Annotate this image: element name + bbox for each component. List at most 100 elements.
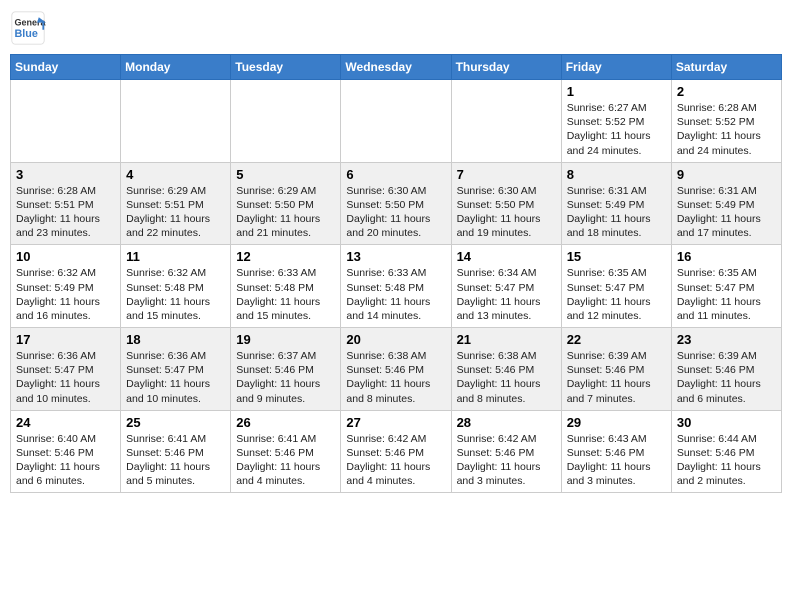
- calendar-day-cell: [121, 80, 231, 163]
- day-info: Sunrise: 6:43 AMSunset: 5:46 PMDaylight:…: [567, 432, 666, 489]
- day-info: Sunrise: 6:39 AMSunset: 5:46 PMDaylight:…: [567, 349, 666, 406]
- day-number: 7: [457, 167, 556, 182]
- day-info: Sunrise: 6:33 AMSunset: 5:48 PMDaylight:…: [346, 266, 445, 323]
- day-number: 4: [126, 167, 225, 182]
- calendar-day-cell: 4 Sunrise: 6:29 AMSunset: 5:51 PMDaylight…: [121, 162, 231, 245]
- calendar-day-cell: 10 Sunrise: 6:32 AMSunset: 5:49 PMDayligh…: [11, 245, 121, 328]
- day-info: Sunrise: 6:35 AMSunset: 5:47 PMDaylight:…: [677, 266, 776, 323]
- day-number: 25: [126, 415, 225, 430]
- day-info: Sunrise: 6:41 AMSunset: 5:46 PMDaylight:…: [126, 432, 225, 489]
- day-number: 15: [567, 249, 666, 264]
- day-info: Sunrise: 6:29 AMSunset: 5:51 PMDaylight:…: [126, 184, 225, 241]
- calendar-day-cell: [451, 80, 561, 163]
- day-info: Sunrise: 6:44 AMSunset: 5:46 PMDaylight:…: [677, 432, 776, 489]
- day-number: 10: [16, 249, 115, 264]
- day-number: 8: [567, 167, 666, 182]
- day-info: Sunrise: 6:27 AMSunset: 5:52 PMDaylight:…: [567, 101, 666, 158]
- day-info: Sunrise: 6:42 AMSunset: 5:46 PMDaylight:…: [457, 432, 556, 489]
- svg-text:Blue: Blue: [15, 28, 38, 40]
- day-info: Sunrise: 6:30 AMSunset: 5:50 PMDaylight:…: [346, 184, 445, 241]
- day-number: 26: [236, 415, 335, 430]
- calendar-day-cell: 7 Sunrise: 6:30 AMSunset: 5:50 PMDaylight…: [451, 162, 561, 245]
- day-info: Sunrise: 6:41 AMSunset: 5:46 PMDaylight:…: [236, 432, 335, 489]
- calendar-day-cell: 5 Sunrise: 6:29 AMSunset: 5:50 PMDaylight…: [231, 162, 341, 245]
- day-info: Sunrise: 6:28 AMSunset: 5:51 PMDaylight:…: [16, 184, 115, 241]
- calendar-day-cell: 23 Sunrise: 6:39 AMSunset: 5:46 PMDayligh…: [671, 328, 781, 411]
- calendar-week-5: 24 Sunrise: 6:40 AMSunset: 5:46 PMDayligh…: [11, 410, 782, 493]
- calendar-week-1: 1 Sunrise: 6:27 AMSunset: 5:52 PMDaylight…: [11, 80, 782, 163]
- day-info: Sunrise: 6:32 AMSunset: 5:49 PMDaylight:…: [16, 266, 115, 323]
- page-header: General Blue: [10, 10, 782, 46]
- day-number: 3: [16, 167, 115, 182]
- calendar-week-3: 10 Sunrise: 6:32 AMSunset: 5:49 PMDayligh…: [11, 245, 782, 328]
- calendar-day-cell: 22Sunrise: 6:39 AMSunset: 5:46 PMDayligh…: [561, 328, 671, 411]
- day-info: Sunrise: 6:30 AMSunset: 5:50 PMDaylight:…: [457, 184, 556, 241]
- day-info: Sunrise: 6:36 AMSunset: 5:47 PMDaylight:…: [16, 349, 115, 406]
- calendar-header-saturday: Saturday: [671, 55, 781, 80]
- calendar-day-cell: [341, 80, 451, 163]
- day-info: Sunrise: 6:40 AMSunset: 5:46 PMDaylight:…: [16, 432, 115, 489]
- calendar-day-cell: 29 Sunrise: 6:43 AMSunset: 5:46 PMDayligh…: [561, 410, 671, 493]
- day-info: Sunrise: 6:37 AMSunset: 5:46 PMDaylight:…: [236, 349, 335, 406]
- day-info: Sunrise: 6:35 AMSunset: 5:47 PMDaylight:…: [567, 266, 666, 323]
- day-number: 24: [16, 415, 115, 430]
- day-info: Sunrise: 6:34 AMSunset: 5:47 PMDaylight:…: [457, 266, 556, 323]
- day-number: 19: [236, 332, 335, 347]
- day-number: 23: [677, 332, 776, 347]
- calendar-week-4: 17 Sunrise: 6:36 AMSunset: 5:47 PMDayligh…: [11, 328, 782, 411]
- calendar-day-cell: 16Sunrise: 6:35 AMSunset: 5:47 PMDayligh…: [671, 245, 781, 328]
- calendar-header-sunday: Sunday: [11, 55, 121, 80]
- calendar-day-cell: 27 Sunrise: 6:42 AMSunset: 5:46 PMDayligh…: [341, 410, 451, 493]
- day-info: Sunrise: 6:36 AMSunset: 5:47 PMDaylight:…: [126, 349, 225, 406]
- day-number: 29: [567, 415, 666, 430]
- day-number: 5: [236, 167, 335, 182]
- day-info: Sunrise: 6:42 AMSunset: 5:46 PMDaylight:…: [346, 432, 445, 489]
- calendar-day-cell: 8 Sunrise: 6:31 AMSunset: 5:49 PMDaylight…: [561, 162, 671, 245]
- day-number: 1: [567, 84, 666, 99]
- day-number: 20: [346, 332, 445, 347]
- day-number: 9: [677, 167, 776, 182]
- calendar-day-cell: 30 Sunrise: 6:44 AMSunset: 5:46 PMDayligh…: [671, 410, 781, 493]
- day-info: Sunrise: 6:28 AMSunset: 5:52 PMDaylight:…: [677, 101, 776, 158]
- calendar-day-cell: 13 Sunrise: 6:33 AMSunset: 5:48 PMDayligh…: [341, 245, 451, 328]
- day-number: 2: [677, 84, 776, 99]
- day-number: 14: [457, 249, 556, 264]
- calendar-day-cell: 24 Sunrise: 6:40 AMSunset: 5:46 PMDayligh…: [11, 410, 121, 493]
- day-number: 28: [457, 415, 556, 430]
- calendar-day-cell: 18Sunrise: 6:36 AMSunset: 5:47 PMDayligh…: [121, 328, 231, 411]
- calendar-day-cell: 9 Sunrise: 6:31 AMSunset: 5:49 PMDaylight…: [671, 162, 781, 245]
- calendar-day-cell: 17 Sunrise: 6:36 AMSunset: 5:47 PMDayligh…: [11, 328, 121, 411]
- calendar-day-cell: [11, 80, 121, 163]
- calendar-body: 1 Sunrise: 6:27 AMSunset: 5:52 PMDaylight…: [11, 80, 782, 493]
- calendar-day-cell: 25 Sunrise: 6:41 AMSunset: 5:46 PMDayligh…: [121, 410, 231, 493]
- day-number: 11: [126, 249, 225, 264]
- calendar-day-cell: 15 Sunrise: 6:35 AMSunset: 5:47 PMDayligh…: [561, 245, 671, 328]
- day-number: 12: [236, 249, 335, 264]
- calendar-day-cell: 1 Sunrise: 6:27 AMSunset: 5:52 PMDaylight…: [561, 80, 671, 163]
- calendar-header-monday: Monday: [121, 55, 231, 80]
- calendar-day-cell: 19 Sunrise: 6:37 AMSunset: 5:46 PMDayligh…: [231, 328, 341, 411]
- calendar-header-tuesday: Tuesday: [231, 55, 341, 80]
- day-number: 13: [346, 249, 445, 264]
- logo: General Blue: [10, 10, 50, 46]
- day-info: Sunrise: 6:39 AMSunset: 5:46 PMDaylight:…: [677, 349, 776, 406]
- day-info: Sunrise: 6:29 AMSunset: 5:50 PMDaylight:…: [236, 184, 335, 241]
- day-info: Sunrise: 6:31 AMSunset: 5:49 PMDaylight:…: [567, 184, 666, 241]
- calendar-table: SundayMondayTuesdayWednesdayThursdayFrid…: [10, 54, 782, 493]
- calendar-header-wednesday: Wednesday: [341, 55, 451, 80]
- day-number: 27: [346, 415, 445, 430]
- calendar-day-cell: 3 Sunrise: 6:28 AMSunset: 5:51 PMDaylight…: [11, 162, 121, 245]
- calendar-day-cell: 6 Sunrise: 6:30 AMSunset: 5:50 PMDaylight…: [341, 162, 451, 245]
- calendar-day-cell: 26 Sunrise: 6:41 AMSunset: 5:46 PMDayligh…: [231, 410, 341, 493]
- day-number: 17: [16, 332, 115, 347]
- logo-icon: General Blue: [10, 10, 46, 46]
- calendar-day-cell: 21Sunrise: 6:38 AMSunset: 5:46 PMDayligh…: [451, 328, 561, 411]
- calendar-day-cell: 28 Sunrise: 6:42 AMSunset: 5:46 PMDayligh…: [451, 410, 561, 493]
- day-info: Sunrise: 6:38 AMSunset: 5:46 PMDaylight:…: [457, 349, 556, 406]
- day-info: Sunrise: 6:31 AMSunset: 5:49 PMDaylight:…: [677, 184, 776, 241]
- day-number: 6: [346, 167, 445, 182]
- day-number: 30: [677, 415, 776, 430]
- calendar-day-cell: 20Sunrise: 6:38 AMSunset: 5:46 PMDayligh…: [341, 328, 451, 411]
- calendar-day-cell: 11Sunrise: 6:32 AMSunset: 5:48 PMDayligh…: [121, 245, 231, 328]
- calendar-header-row: SundayMondayTuesdayWednesdayThursdayFrid…: [11, 55, 782, 80]
